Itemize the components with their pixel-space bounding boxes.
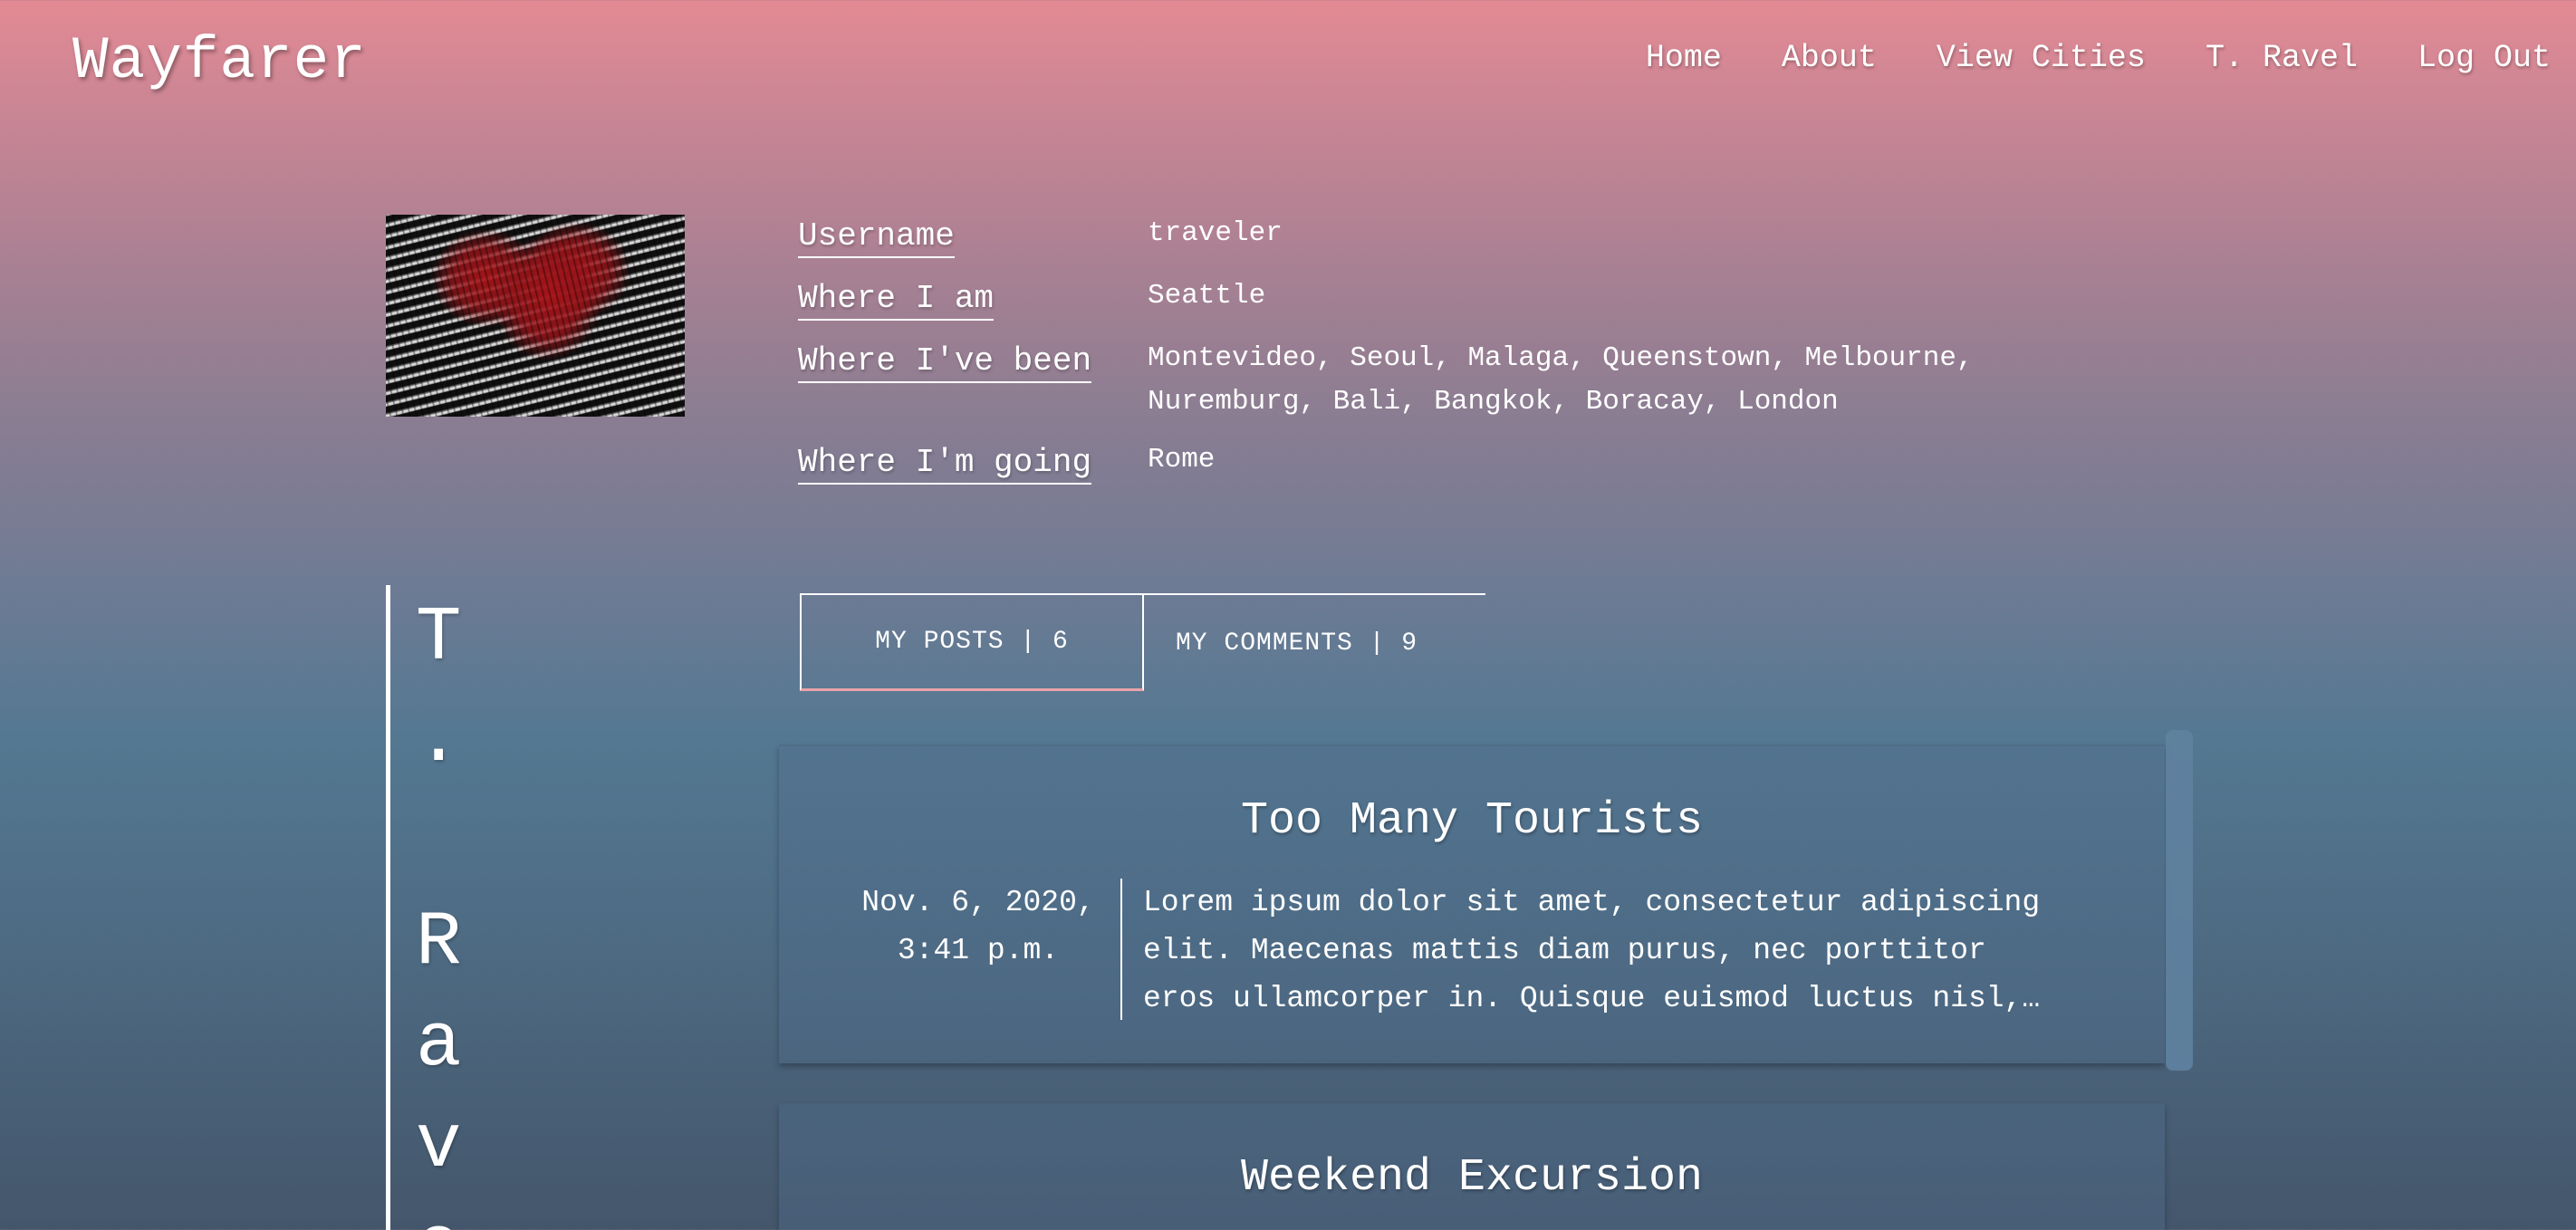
profile-row-visited: Where I've been Montevideo, Seoul, Malag… [798,342,2053,424]
name-letter: v [416,1103,462,1189]
nav-home[interactable]: Home [1646,40,1722,76]
visited-label: Where I've been [798,342,1092,383]
nav-about[interactable]: About [1782,40,1877,76]
post-excerpt-line-1: Lorem ipsum dolor sit amet, consectetur … [1143,886,2041,919]
profile-row-going: Where I'm going Rome [798,444,2053,485]
post-excerpt-line-3: eros ullamcorper in. Quisque euismod luc… [1143,982,2041,1015]
name-letter: . [416,697,462,783]
post-card[interactable]: Too Many Tourists Nov. 6, 2020, 3:41 p.m… [779,745,2165,1063]
location-label: Where I am [798,280,995,321]
username-value: traveler [1148,217,1283,249]
post-excerpt-line-2: elit. Maecenas mattis diam purus, nec po… [1143,934,1986,967]
posts-list[interactable]: Too Many Tourists Nov. 6, 2020, 3:41 p.m… [779,730,2192,1230]
profile-row-location: Where I am Seattle [798,280,2053,321]
location-value: Seattle [1148,280,1266,312]
going-value: Rome [1148,444,1216,476]
profile-details: Username traveler Where I am Seattle Whe… [798,217,2053,503]
post-date: Nov. 6, 2020, 3:41 p.m. [842,879,1114,975]
name-letter: R [416,900,462,986]
nav-profile[interactable]: T. Ravel [2206,40,2358,76]
nav-view-cities[interactable]: View Cities [1937,40,2146,76]
post-title[interactable]: Too Many Tourists [779,795,2165,847]
profile-tabs: MY POSTS | 6 MY COMMENTS | 9 [800,593,1485,691]
post-date-line-2: 3:41 p.m. [897,934,1060,967]
profile-avatar [386,215,685,417]
tab-my-comments[interactable]: MY COMMENTS | 9 [1176,595,1418,691]
brand-logo[interactable]: Wayfarer [72,27,367,95]
nav-log-out[interactable]: Log Out [2417,40,2551,76]
vertical-display-name: T . R a v e [386,585,461,1230]
name-letter: T [416,596,462,682]
post-excerpt: Lorem ipsum dolor sit amet, consectetur … [1143,879,2103,1023]
name-letter: a [416,1002,462,1088]
visited-line-1: Montevideo, Seoul, Malaga, Queenstown, M… [1148,342,1974,374]
post-divider [1120,879,1122,1020]
post-card[interactable]: Weekend Excursion [779,1103,2165,1230]
visited-line-2: Nuremburg, Bali, Bangkok, Boracay, Londo… [1148,386,1839,418]
posts-scrollbar[interactable] [2166,730,2193,1071]
visited-value: Montevideo, Seoul, Malaga, Queenstown, M… [1148,337,2053,424]
profile-row-username: Username traveler [798,217,2053,258]
username-label: Username [798,217,955,258]
name-letter: e [416,1210,461,1230]
tab-my-posts[interactable]: MY POSTS | 6 [800,595,1144,691]
post-title[interactable]: Weekend Excursion [779,1152,2165,1204]
post-date-line-1: Nov. 6, 2020, [861,886,1095,919]
main-nav: Home About View Cities T. Ravel Log Out [1586,40,2551,76]
going-label: Where I'm going [798,444,1092,485]
